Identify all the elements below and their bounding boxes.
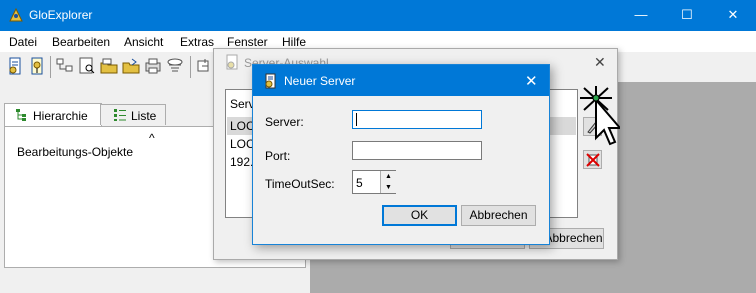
menu-datei[interactable]: Datei	[9, 35, 37, 49]
tree-icon	[16, 109, 26, 121]
toolbar-separator	[50, 56, 51, 78]
server-dialog-icon	[226, 54, 238, 70]
close-button[interactable]: ✕	[710, 0, 756, 31]
tab-liste[interactable]: Liste	[100, 104, 166, 125]
menu-bearbeiten[interactable]: Bearbeiten	[52, 35, 110, 49]
port-label: Port:	[265, 149, 291, 163]
app-title: GloExplorer	[29, 8, 93, 22]
connect-icon[interactable]	[6, 57, 24, 75]
settings-icon[interactable]	[196, 57, 214, 75]
menu-hilfe[interactable]: Hilfe	[282, 35, 306, 49]
open-icon[interactable]	[100, 57, 118, 75]
timeout-value: 5	[356, 176, 363, 190]
print-icon[interactable]	[144, 57, 162, 75]
tab-liste-label: Liste	[131, 109, 157, 123]
toolbar-separator	[190, 56, 191, 78]
mouse-cursor-icon	[580, 86, 620, 146]
server-dialog-close-button[interactable]: ✕	[594, 54, 606, 71]
list-icon	[114, 109, 126, 121]
save-icon[interactable]	[122, 57, 140, 75]
menu-ansicht[interactable]: Ansicht	[124, 35, 163, 49]
tab-hierarchie[interactable]: Hierarchie	[4, 103, 102, 127]
disconnect-icon[interactable]	[28, 57, 46, 75]
new-server-titlebar[interactable]: Neuer Server ✕	[253, 65, 549, 96]
timeout-label: TimeOutSec:	[265, 177, 335, 191]
preview-icon[interactable]	[78, 57, 96, 75]
ok-button[interactable]: OK	[382, 205, 457, 226]
tree-icon[interactable]	[56, 57, 74, 75]
collapse-icon[interactable]: ^	[149, 131, 155, 145]
cancel-button[interactable]: Abbrechen	[461, 205, 536, 226]
menu-fenster[interactable]: Fenster	[227, 35, 268, 49]
tab-hierarchie-label: Hierarchie	[33, 109, 88, 123]
server-label: Server:	[265, 115, 304, 129]
minimize-button[interactable]: —	[618, 0, 664, 31]
gloexplorer-app-icon	[9, 7, 23, 22]
timeout-stepper[interactable]: 5 ▲ ▼	[352, 170, 396, 194]
maximize-button[interactable]: ☐	[664, 0, 710, 31]
server-input[interactable]	[352, 110, 482, 129]
menu-extras[interactable]: Extras	[180, 35, 214, 49]
stepper-down-icon[interactable]: ▼	[380, 182, 396, 193]
delete-icon	[585, 153, 600, 167]
stepper-up-icon[interactable]: ▲	[380, 171, 396, 182]
tree-root-item[interactable]: Bearbeitungs-Objekte	[17, 145, 133, 159]
filter-icon[interactable]	[166, 57, 184, 75]
new-server-dialog: Neuer Server ✕ Server: Port: TimeOutSec:…	[252, 64, 550, 245]
delete-server-button[interactable]	[583, 150, 602, 169]
new-server-close-button[interactable]: ✕	[525, 72, 538, 90]
new-server-dialog-icon	[265, 73, 276, 89]
port-input[interactable]	[352, 141, 482, 160]
new-server-dialog-title: Neuer Server	[284, 74, 356, 88]
main-titlebar[interactable]: GloExplorer — ☐ ✕	[0, 0, 756, 31]
text-caret	[356, 113, 357, 126]
